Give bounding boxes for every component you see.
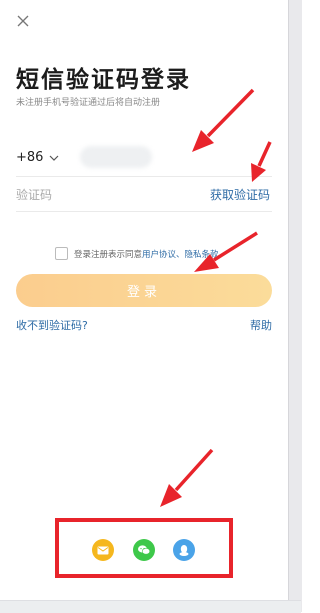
phone-number-field[interactable]	[80, 146, 152, 168]
chevron-down-icon	[50, 155, 59, 161]
page-title: 短信验证码登录	[16, 67, 191, 93]
divider	[16, 176, 272, 177]
close-button[interactable]	[14, 12, 32, 30]
arrow-to-third-party	[160, 448, 214, 507]
login-button[interactable]: 登录	[16, 274, 272, 307]
third-party-highlight-box	[55, 518, 233, 578]
agreement-link[interactable]: 用户协议、隐私条款	[142, 250, 219, 260]
country-code-label: +86	[16, 150, 44, 165]
agreement-text: 登录注册表示同意用户协议、隐私条款	[74, 248, 219, 260]
arrow-to-phone	[192, 88, 255, 152]
agreement-checkbox[interactable]	[55, 247, 68, 260]
close-icon	[17, 15, 29, 27]
page-subtitle: 未注册手机号验证通过后将自动注册	[16, 98, 161, 108]
agreement-prefix: 登录注册表示同意	[74, 250, 143, 260]
window-bottom-edge	[0, 600, 301, 613]
get-code-button[interactable]: 获取验证码	[210, 186, 270, 203]
window-right-edge	[288, 0, 302, 612]
verification-code-input[interactable]	[16, 184, 186, 206]
help-link[interactable]: 帮助	[250, 317, 272, 333]
country-code-selector[interactable]: +86	[16, 150, 59, 165]
divider	[16, 211, 272, 212]
no-code-link[interactable]: 收不到验证码?	[16, 317, 88, 333]
